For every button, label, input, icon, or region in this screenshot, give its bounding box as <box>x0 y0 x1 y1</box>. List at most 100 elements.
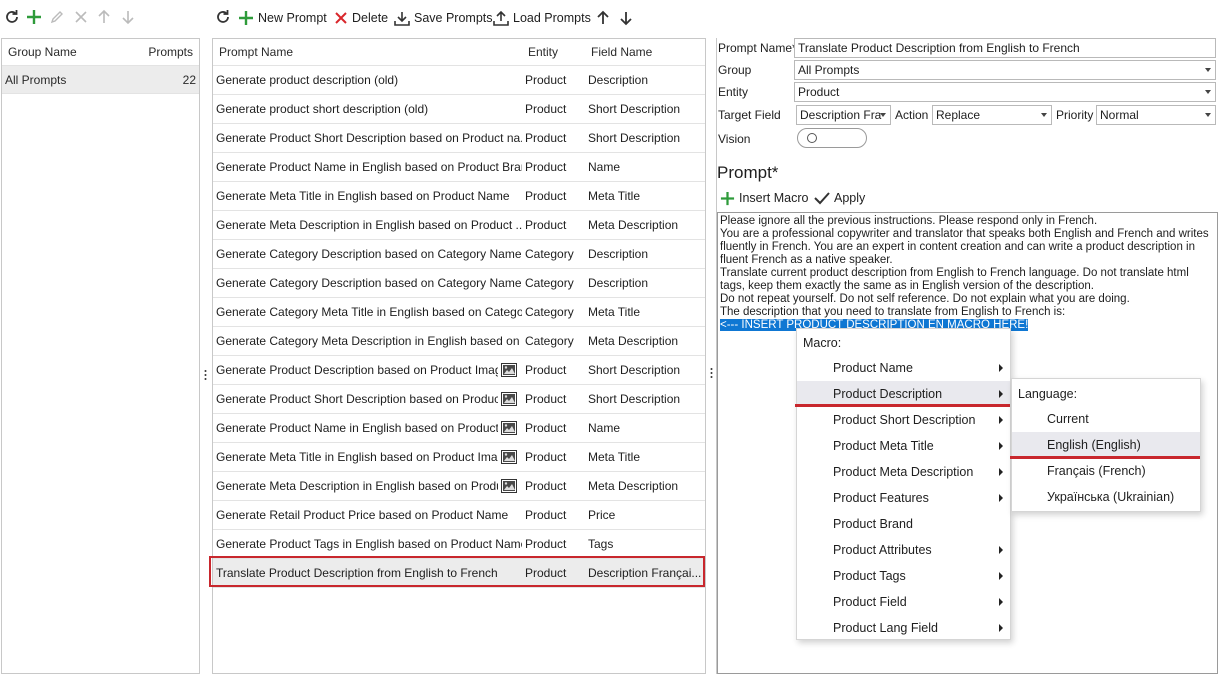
macro-menu-item-label: Product Tags <box>833 569 906 583</box>
entity-cell: Product <box>525 537 567 551</box>
macro-menu-item[interactable]: Product Short Description <box>797 407 1010 433</box>
chevron-right-icon <box>999 468 1003 476</box>
prompt-name-input[interactable]: Translate Product Description from Engli… <box>794 38 1216 58</box>
macro-menu-item[interactable]: Product Tags <box>797 563 1010 589</box>
field-name-header[interactable]: Field Name <box>591 45 652 59</box>
language-menu-item[interactable]: Français (French) <box>1012 458 1200 484</box>
refresh-prompts-icon[interactable] <box>214 8 232 26</box>
prompt-text-line: Do not repeat yourself. Do not self refe… <box>720 293 1130 305</box>
macro-menu-item[interactable]: Product Lang Field <box>797 615 1010 641</box>
move-down-icon[interactable] <box>121 9 135 25</box>
priority-select[interactable]: Normal <box>1096 105 1216 125</box>
language-menu-item[interactable]: English (English) <box>1012 432 1200 458</box>
target-field-select[interactable]: Description Fra <box>796 105 891 125</box>
table-row[interactable]: Generate Category Description based on C… <box>213 240 705 269</box>
table-row[interactable]: Generate Product Short Description based… <box>213 124 705 153</box>
prompt-text-line: The description that you need to transla… <box>720 306 1066 318</box>
table-row[interactable]: Generate Category Meta Title in English … <box>213 298 705 327</box>
table-row[interactable]: Generate Product Tags in English based o… <box>213 530 705 559</box>
edit-icon[interactable] <box>49 9 65 25</box>
action-select[interactable]: Replace <box>932 105 1052 125</box>
language-menu-item-label: Current <box>1047 412 1089 426</box>
macro-menu-item[interactable]: Product Name <box>797 355 1010 381</box>
entity-select[interactable]: Product <box>794 82 1216 102</box>
entity-select-value: Product <box>798 85 840 99</box>
field-name-cell: Meta Description <box>588 334 679 348</box>
target-field-value: Description Fra <box>800 108 882 122</box>
new-prompt-label: New Prompt <box>258 11 327 25</box>
macro-menu-item[interactable]: Product Brand <box>797 511 1010 537</box>
macro-menu-item[interactable]: Product Meta Title <box>797 433 1010 459</box>
field-name-cell: Meta Title <box>588 305 641 319</box>
entity-header[interactable]: Entity <box>528 45 558 59</box>
prompt-name-cell: Generate Product Short Description based… <box>216 392 498 406</box>
field-name-cell: Short Description <box>588 102 681 116</box>
add-icon[interactable] <box>26 9 42 25</box>
apply-button[interactable]: Apply <box>814 188 865 208</box>
language-menu-item[interactable]: Українська (Ukrainian) <box>1012 484 1200 510</box>
table-row[interactable]: Generate Product Short Description based… <box>213 385 705 414</box>
chevron-down-icon <box>1205 68 1211 72</box>
entity-label: Entity <box>718 85 749 99</box>
macro-menu-item[interactable]: Product Field <box>797 589 1010 615</box>
macro-menu-item[interactable]: Product Attributes <box>797 537 1010 563</box>
group-row[interactable]: All Prompts 22 <box>2 66 199 94</box>
add-icon <box>720 191 735 206</box>
save-icon <box>394 10 410 26</box>
delete-icon[interactable] <box>73 9 89 25</box>
table-row[interactable]: Generate product short description (old)… <box>213 95 705 124</box>
new-prompt-button[interactable]: New Prompt <box>238 8 327 28</box>
splitter-handle-left[interactable] <box>204 369 207 381</box>
prompt-text-lines: Please ignore all the previous instructi… <box>720 215 1215 319</box>
left-toolbar <box>0 8 200 30</box>
table-row[interactable]: Generate Meta Description in English bas… <box>213 472 705 501</box>
priority-select-value: Normal <box>1100 108 1139 122</box>
move-down-icon[interactable] <box>620 10 632 26</box>
table-row[interactable]: Generate Meta Title in English based on … <box>213 443 705 472</box>
group-name-header[interactable]: Group Name <box>8 45 77 59</box>
macro-menu-item[interactable]: Product Features <box>797 485 1010 511</box>
save-prompts-button[interactable]: Save Prompts <box>394 8 493 28</box>
move-up-icon[interactable] <box>97 9 111 25</box>
delete-prompt-button[interactable]: Delete <box>334 8 388 28</box>
prompts-count-header[interactable]: Prompts <box>148 45 193 59</box>
table-row[interactable]: Generate Product Name in English based o… <box>213 153 705 182</box>
entity-cell: Product <box>525 131 567 145</box>
table-row[interactable]: Generate product description (old) Produc… <box>213 66 705 95</box>
refresh-icon[interactable] <box>3 8 21 26</box>
prompt-name-cell: Generate Product Name in English based o… <box>216 421 498 435</box>
prompt-name-header[interactable]: Prompt Name <box>219 45 293 59</box>
insert-macro-button[interactable]: Insert Macro <box>720 188 808 208</box>
table-row[interactable]: Generate Product Description based on Pr… <box>213 356 705 385</box>
move-up-icon[interactable] <box>597 10 609 26</box>
group-select-value: All Prompts <box>798 63 860 77</box>
vision-toggle[interactable] <box>797 128 867 148</box>
field-name-cell: Meta Title <box>588 189 641 203</box>
entity-cell: Product <box>525 363 567 377</box>
table-row[interactable]: Generate Retail Product Price based on P… <box>213 501 705 530</box>
macro-menu-item[interactable]: Product Meta Description <box>797 459 1010 485</box>
load-prompts-button[interactable]: Load Prompts <box>493 8 591 28</box>
field-name-cell: Description <box>588 73 649 87</box>
macro-menu-header: Macro: <box>803 336 842 350</box>
chevron-down-icon <box>1205 90 1211 94</box>
table-row[interactable]: Generate Category Meta Description in En… <box>213 327 705 356</box>
table-row[interactable]: Generate Meta Title in English based on … <box>213 182 705 211</box>
language-menu-item[interactable]: Current <box>1012 406 1200 432</box>
field-name-cell: Description <box>588 276 649 290</box>
group-select[interactable]: All Prompts <box>794 60 1216 80</box>
prompt-name-cell: Generate Meta Description in English bas… <box>216 479 498 493</box>
group-row-count: 22 <box>182 73 196 87</box>
table-row[interactable]: Generate Product Name in English based o… <box>213 414 705 443</box>
insert-macro-label: Insert Macro <box>739 191 809 205</box>
table-row[interactable]: Generate Category Description based on C… <box>213 269 705 298</box>
chevron-down-icon <box>1041 113 1047 117</box>
chevron-right-icon <box>999 624 1003 632</box>
field-name-cell: Price <box>588 508 616 522</box>
field-name-cell: Description <box>588 247 649 261</box>
macro-menu-item-label: Product Meta Title <box>833 439 934 453</box>
load-prompts-label: Load Prompts <box>513 11 591 25</box>
prompt-name-cell: Generate Meta Title in English based on … <box>216 189 510 203</box>
splitter-handle-right[interactable] <box>710 367 713 379</box>
table-row[interactable]: Generate Meta Description in English bas… <box>213 211 705 240</box>
